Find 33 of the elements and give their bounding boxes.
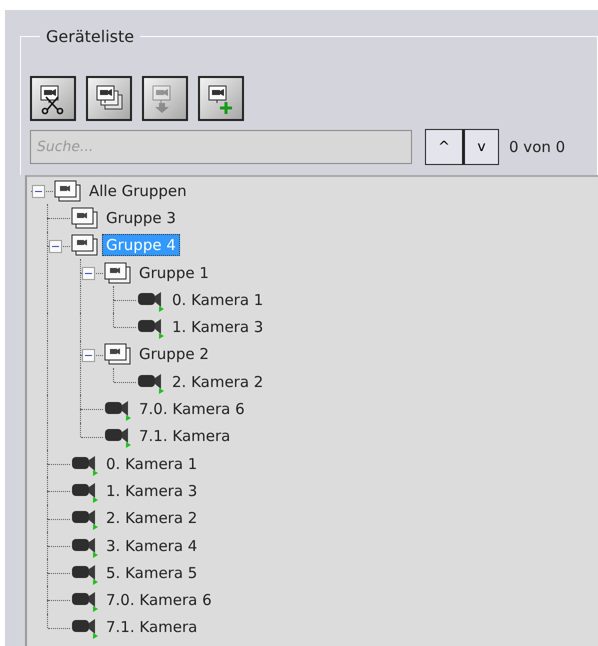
panel-title: Geräteliste — [45, 27, 136, 46]
match-count: 0 von 0 — [509, 138, 566, 156]
group-icon — [103, 342, 133, 366]
group-icon — [70, 206, 100, 230]
tree-item[interactable]: 0. Kamera 1 — [102, 452, 202, 475]
tree-item[interactable]: Gruppe 3 — [102, 206, 180, 229]
next-button[interactable]: v — [462, 130, 498, 164]
tree-item[interactable]: Gruppe 2 — [135, 343, 213, 366]
tree-item[interactable]: 7.1. Kamera — [135, 425, 234, 448]
copy-button[interactable] — [86, 76, 132, 121]
tree-item[interactable]: Gruppe 1 — [135, 262, 213, 284]
tree-item[interactable]: 7.0. Kamera 6 — [102, 589, 216, 612]
tree-item[interactable]: 3. Kamera 4 — [102, 534, 202, 556]
tree-item[interactable]: 2. Kamera 2 — [102, 507, 202, 530]
tree-item[interactable]: 0. Kamera 1 — [168, 288, 268, 311]
tree-item[interactable]: Alle Gruppen — [85, 180, 191, 202]
previous-button[interactable]: ^ — [426, 130, 462, 164]
tree-item[interactable]: 7.0. Kamera 6 — [135, 398, 249, 420]
collapse-toggle[interactable] — [32, 185, 45, 198]
search-field[interactable]: Suche... — [30, 130, 412, 164]
collapse-toggle[interactable] — [49, 240, 62, 253]
tree-item[interactable]: 1. Kamera 3 — [102, 480, 202, 502]
tree-item[interactable]: 2. Kamera 2 — [168, 370, 268, 393]
group-icon — [103, 260, 133, 285]
tree-item[interactable]: 1. Kamera 3 — [168, 316, 268, 338]
tree-item[interactable]: 7.1. Kamera — [102, 616, 202, 638]
group-icon — [70, 233, 100, 258]
collapse-toggle[interactable] — [82, 348, 95, 362]
collapse-toggle[interactable] — [82, 266, 95, 280]
tree-item[interactable]: 5. Kamera 5 — [102, 562, 202, 584]
cut-button[interactable] — [30, 76, 76, 121]
add-button[interactable] — [198, 76, 244, 121]
group-icon — [53, 178, 83, 203]
